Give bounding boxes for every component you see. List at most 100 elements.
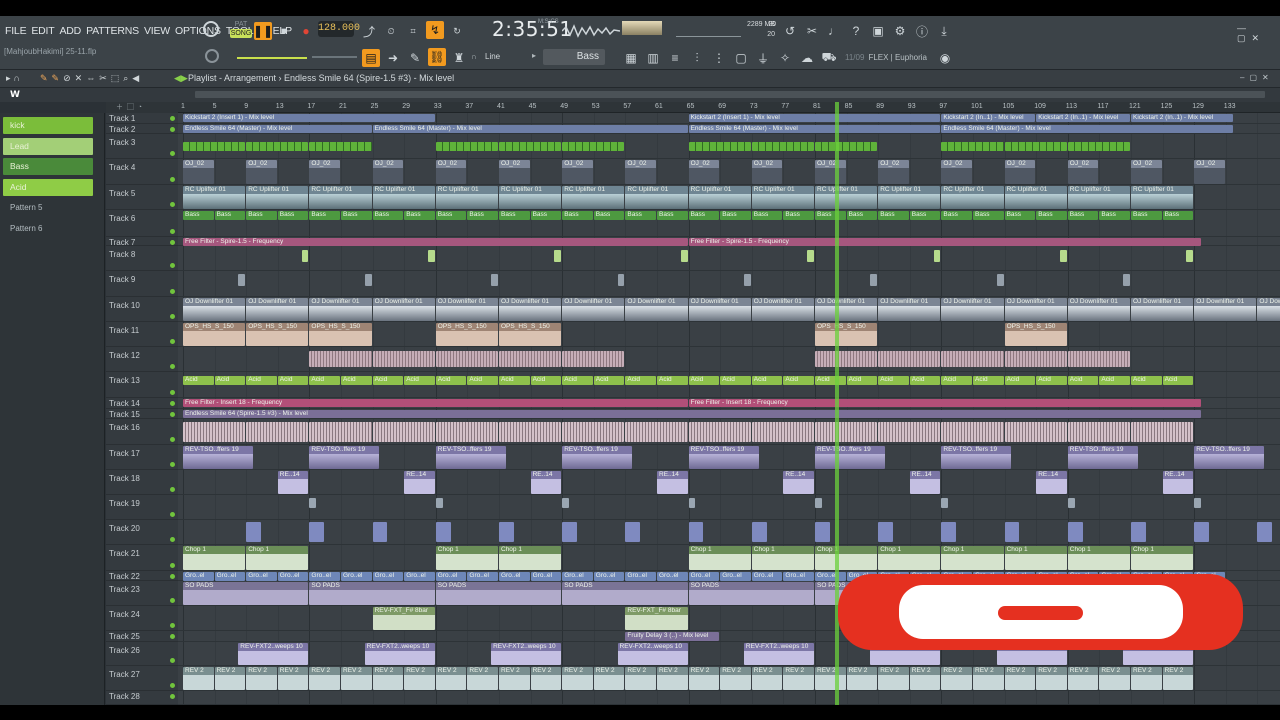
playlist-clip[interactable]: Bass <box>499 211 530 220</box>
playlist-clip[interactable]: Bass <box>277 211 309 220</box>
track-header[interactable]: Track 23 <box>106 581 178 606</box>
kick-pattern-clip[interactable] <box>1067 142 1130 151</box>
playlist-clip[interactable]: Acid <box>435 376 467 385</box>
audio-clip[interactable] <box>309 422 372 442</box>
kick-pattern-clip[interactable] <box>1004 142 1067 151</box>
audio-clip[interactable] <box>562 422 625 442</box>
playlist-clip[interactable]: Bass <box>309 211 340 220</box>
playlist-clip[interactable]: RC Uplifter 01 <box>435 186 498 209</box>
marker-clip[interactable] <box>554 250 562 262</box>
playlist-clip[interactable]: Acid <box>246 376 277 385</box>
playlist-clip[interactable]: Acid <box>1131 376 1162 385</box>
select-tool-icon[interactable]: ⬚ <box>111 73 124 83</box>
playlist-clip[interactable]: Acid <box>1067 376 1099 385</box>
playlist-clip[interactable]: OJ Downlifter 01 <box>941 298 1004 321</box>
track-header[interactable]: Track 25 <box>106 631 178 642</box>
track-mute-led[interactable] <box>170 694 175 699</box>
playlist-clip[interactable]: REV 2 <box>657 667 688 690</box>
playlist-clip[interactable]: REV-FXT_F# 8bar <box>372 607 435 630</box>
playlist-clip[interactable]: OJ Downlifter 01 <box>1067 298 1130 321</box>
track-header[interactable]: Track 5 <box>106 185 178 210</box>
audio-clip[interactable] <box>246 422 309 442</box>
track-header[interactable]: Track 17 <box>106 445 178 470</box>
track-header[interactable]: Track 8 <box>106 246 178 271</box>
notes-icon[interactable]: ▢ <box>732 49 750 67</box>
automation-clip[interactable] <box>751 522 767 542</box>
playlist-clip[interactable]: Gro..el <box>372 572 404 581</box>
menu-file[interactable]: FILE <box>5 25 27 37</box>
playlist-clip[interactable]: Bass <box>183 211 214 220</box>
playlist-clip[interactable]: Chop 1 <box>941 546 1004 570</box>
track-header[interactable]: Track 9 <box>106 271 178 297</box>
playlist-clip[interactable]: REV-TSO..ffers 19 <box>941 446 1012 469</box>
playlist-clip[interactable]: RC Uplifter 01 <box>1067 186 1130 209</box>
track-header[interactable]: Track 7 <box>106 237 178 247</box>
playlist-clip[interactable]: RE..14 <box>909 471 941 494</box>
zoom-tool-icon[interactable]: ⌕ <box>123 73 132 83</box>
save-icon[interactable]: ▣ <box>869 22 887 40</box>
track-mute-led[interactable] <box>170 263 175 268</box>
playlist-clip[interactable]: Gro..el <box>530 572 562 581</box>
playlist-clip[interactable]: REV 2 <box>688 667 720 690</box>
playlist-clip[interactable]: Bass <box>246 211 277 220</box>
playlist-clip[interactable]: REV 2 <box>593 667 625 690</box>
playlist-clip[interactable]: Chop 1 <box>1067 546 1130 570</box>
track-mute-led[interactable] <box>170 116 175 121</box>
playlist-clip[interactable]: RC Uplifter 01 <box>751 186 814 209</box>
playlist-clip[interactable]: Acid <box>562 376 593 385</box>
marker-clip[interactable] <box>743 274 751 286</box>
track-mute-led[interactable] <box>170 598 175 603</box>
marker-clip[interactable] <box>807 250 814 262</box>
playlist-clip[interactable]: Gro..el <box>277 572 309 581</box>
track-mute-led[interactable] <box>170 683 175 688</box>
playlist-clip[interactable]: OPS_HS_S_150 <box>309 323 372 346</box>
playlist-clip[interactable]: RC Uplifter 01 <box>1004 186 1067 209</box>
playlist-clip[interactable]: Bass <box>1131 211 1162 220</box>
playlist-clip[interactable]: OJ Downlifter 01 <box>688 298 751 321</box>
pattern-item[interactable]: kick <box>3 117 93 134</box>
playlist-clip[interactable]: OJ Downlifter 01 <box>246 298 309 321</box>
playlist-clip[interactable]: RC Uplifter 01 <box>688 186 751 209</box>
paint-tool-icon[interactable]: ✎ <box>52 73 64 83</box>
playlist-clip[interactable]: RC Uplifter 01 <box>941 186 1004 209</box>
automation-clip[interactable] <box>246 522 261 542</box>
playlist-clip[interactable]: OJ Downlifter 01 <box>815 298 878 321</box>
playlist-clip[interactable]: Fruity Delay 3 (..) - Mix level <box>625 632 720 641</box>
playlist-clip[interactable]: Acid <box>625 376 656 385</box>
audio-clip[interactable] <box>1004 422 1067 442</box>
playlist-clip[interactable]: Gro..el <box>562 572 593 581</box>
playlist-clip[interactable]: REV 2 <box>909 667 941 690</box>
playlist-clip[interactable]: OPS_HS_S_150 <box>815 323 878 346</box>
audio-clip[interactable] <box>499 422 562 442</box>
playlist-clip[interactable]: OJ Downlifter 01 <box>499 298 562 321</box>
wait-input-icon[interactable]: ↯ <box>426 21 444 39</box>
playlist-clip[interactable]: REV-TSO..ffers 19 <box>183 446 254 469</box>
playlist-clip[interactable]: Acid <box>815 376 846 385</box>
playlist-clip[interactable]: OJ Downlifter 01 <box>625 298 688 321</box>
playlist-clip[interactable]: OJ_02 <box>1067 160 1099 184</box>
track-mute-led[interactable] <box>170 177 175 182</box>
playlist-clip[interactable]: Bass <box>815 211 846 220</box>
playlist-clip[interactable]: Chop 1 <box>688 546 751 570</box>
playlist-clip[interactable]: Chop 1 <box>246 546 309 570</box>
playlist-clip[interactable]: Chop 1 <box>435 546 498 570</box>
marker-clip[interactable] <box>364 274 372 286</box>
playlist-clip[interactable]: RE..14 <box>277 471 309 494</box>
audio-clip[interactable] <box>435 351 498 367</box>
pattern-selector[interactable]: Bass <box>543 49 605 65</box>
marker-clip[interactable] <box>1059 250 1067 262</box>
playlist-clip[interactable]: Bass <box>1162 211 1194 220</box>
audio-clip[interactable] <box>878 351 941 367</box>
playlist-clip[interactable]: REV 2 <box>783 667 814 690</box>
playlist-clip[interactable]: OJ Downlifter 01 <box>435 298 498 321</box>
playlist-clip[interactable]: Bass <box>1067 211 1099 220</box>
playlist-clip[interactable]: Acid <box>277 376 309 385</box>
playlist-clip[interactable]: Acid <box>372 376 404 385</box>
playlist-clip[interactable]: Bass <box>1004 211 1036 220</box>
playlist-clip[interactable]: OPS_HS_S_150 <box>435 323 498 346</box>
track-header[interactable]: Track 4 <box>106 159 178 185</box>
playlist-clip[interactable]: Acid <box>309 376 340 385</box>
master-pitch-slider[interactable] <box>237 57 307 59</box>
tempo-display[interactable]: 128.000 <box>318 21 360 37</box>
playlist-clip[interactable]: Acid <box>783 376 814 385</box>
